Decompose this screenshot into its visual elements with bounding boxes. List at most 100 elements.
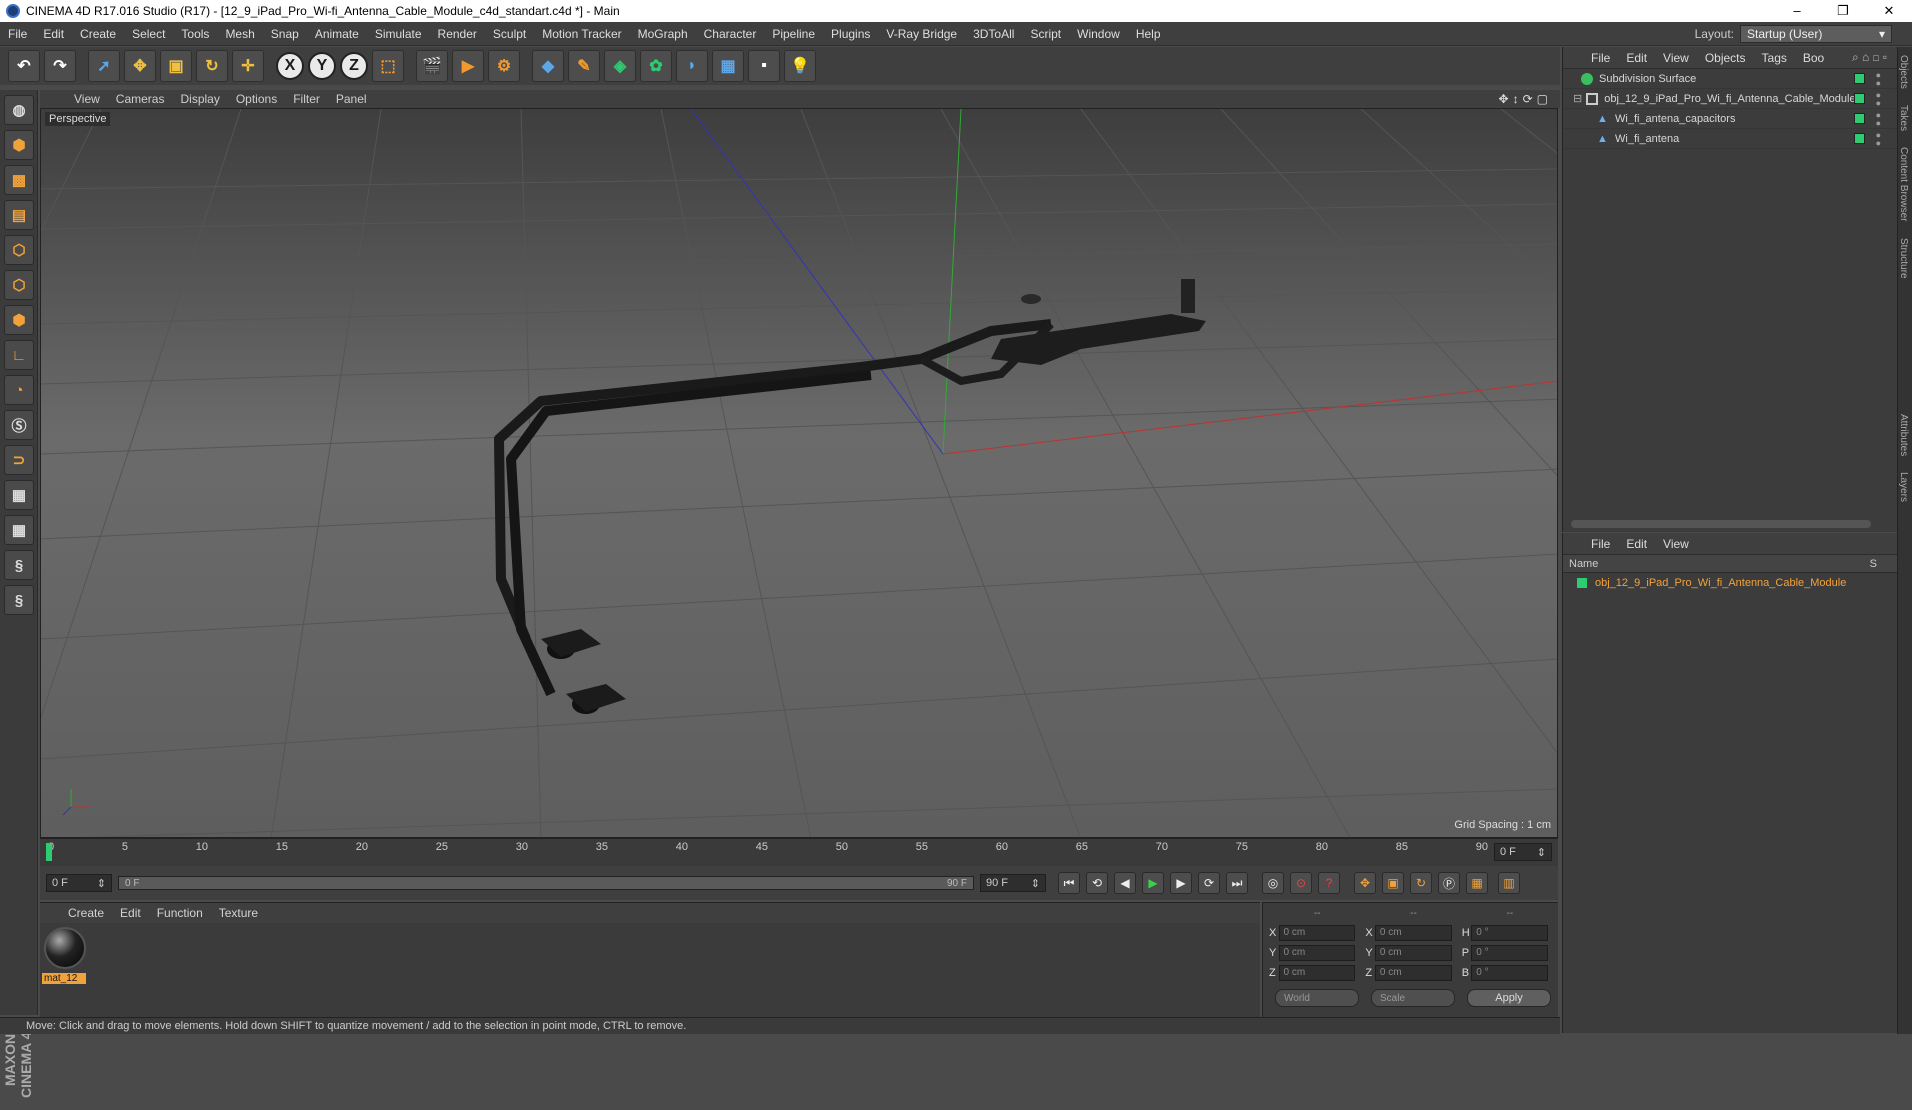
enabled-check-icon[interactable] (1854, 93, 1865, 104)
rotation-b-field[interactable]: 0 ° (1471, 965, 1549, 981)
menu-file[interactable]: File (0, 27, 35, 41)
menu-plugins[interactable]: Plugins (823, 27, 878, 41)
cloner-icon[interactable]: ✿ (640, 50, 672, 82)
menu-create[interactable]: Create (72, 27, 124, 41)
menu-motion-tracker[interactable]: Motion Tracker (534, 27, 629, 41)
polygons-mode-icon[interactable]: ⬢ (4, 305, 34, 335)
layer-menu-file[interactable]: File (1583, 537, 1618, 551)
z-axis-icon[interactable]: Z (340, 52, 368, 80)
move-tool-icon[interactable]: ✛ (232, 50, 264, 82)
material-menu-texture[interactable]: Texture (211, 906, 266, 920)
position-x-field[interactable]: 0 cm (1278, 925, 1356, 941)
current-frame-field[interactable]: 0 F ⇕ (1494, 843, 1552, 861)
side-tab-takes[interactable]: Takes (1898, 97, 1909, 139)
material-menu-create[interactable]: Create (60, 906, 112, 920)
menu-animate[interactable]: Animate (307, 27, 367, 41)
visibility-dots-icon[interactable]: ● ● (1876, 71, 1881, 88)
visibility-dots-icon[interactable]: ● ● (1876, 111, 1881, 128)
previous-frame-icon[interactable]: ◀ (1114, 872, 1136, 894)
side-tab-objects[interactable]: Objects (1898, 47, 1909, 97)
search-icon[interactable]: ⌕ ⌂ ◻ ▫ (1852, 50, 1887, 65)
menu-snap[interactable]: Snap (263, 27, 307, 41)
visibility-dots-icon[interactable]: ● ● (1876, 91, 1881, 108)
move-icon[interactable]: ✥ (124, 50, 156, 82)
menu-character[interactable]: Character (696, 27, 765, 41)
close-button[interactable]: ✕ (1866, 3, 1912, 19)
size-mode-dropdown[interactable]: Scale (1371, 989, 1455, 1007)
next-frame-icon[interactable]: ▶ (1170, 872, 1192, 894)
maximize-button[interactable]: ❐ (1820, 3, 1866, 19)
enabled-check-icon[interactable] (1854, 73, 1865, 84)
menu-pipeline[interactable]: Pipeline (764, 27, 823, 41)
points-mode-icon[interactable]: ⬡ (4, 235, 34, 265)
position-z-field[interactable]: 0 cm (1278, 965, 1356, 981)
menu-mesh[interactable]: Mesh (217, 27, 262, 41)
deformer-icon[interactable]: ◗ (676, 50, 708, 82)
timeline-ruler[interactable]: 0 5 10 15 20 25 30 35 40 45 50 55 60 65 … (40, 838, 1558, 866)
coordinate-space-dropdown[interactable]: World (1275, 989, 1359, 1007)
coordinate-system-icon[interactable]: ⬚ (372, 50, 404, 82)
previous-key-icon[interactable]: ⟲ (1086, 872, 1108, 894)
om-menu-objects[interactable]: Objects (1697, 51, 1754, 65)
material-menu-function[interactable]: Function (149, 906, 211, 920)
menu-vray-bridge[interactable]: V-Ray Bridge (878, 27, 965, 41)
viewport-menu-options[interactable]: Options (228, 92, 285, 106)
layer-row[interactable]: obj_12_9_iPad_Pro_Wi_fi_Antenna_Cable_Mo… (1563, 573, 1897, 593)
rotation-h-field[interactable]: 0 ° (1471, 925, 1549, 941)
pen-icon[interactable]: ✎ (568, 50, 600, 82)
record-disabled-icon[interactable]: ◎ (1262, 872, 1284, 894)
om-menu-bookmarks[interactable]: Boo (1795, 51, 1832, 65)
om-menu-edit[interactable]: Edit (1618, 51, 1655, 65)
tweak-mode-icon[interactable]: ◔ (4, 375, 34, 405)
undo-icon[interactable]: ↶ (8, 50, 40, 82)
side-tab-content-browser[interactable]: Content Browser (1898, 139, 1909, 229)
autokey-icon[interactable]: ? (1318, 872, 1340, 894)
enabled-check-icon[interactable] (1854, 113, 1865, 124)
key-scale-icon[interactable]: ▣ (1382, 872, 1404, 894)
side-tab-layers[interactable]: Layers (1898, 464, 1909, 510)
frame-range-slider[interactable]: 0 F 90 F (118, 876, 974, 890)
play-icon[interactable]: ▶ (1142, 872, 1164, 894)
x-axis-icon[interactable]: X (276, 52, 304, 80)
viewport-menu-display[interactable]: Display (172, 92, 227, 106)
visibility-dots-icon[interactable]: ● ● (1876, 131, 1881, 148)
viewport-menu-filter[interactable]: Filter (285, 92, 328, 106)
object-row[interactable]: Subdivision Surface ● ● (1563, 69, 1897, 89)
material-menu-edit[interactable]: Edit (112, 906, 149, 920)
playhead[interactable] (46, 843, 52, 861)
workplane-lock-icon[interactable]: ▦ (4, 480, 34, 510)
menu-mograph[interactable]: MoGraph (630, 27, 696, 41)
scale-icon[interactable]: ▣ (160, 50, 192, 82)
size-x-field[interactable]: 0 cm (1374, 925, 1452, 941)
om-menu-view[interactable]: View (1655, 51, 1697, 65)
texture-mode-icon[interactable]: ▩ (4, 165, 34, 195)
collapse-icon[interactable]: ⊟ (1573, 92, 1582, 105)
object-row[interactable]: ⊟ obj_12_9_iPad_Pro_Wi_fi_Antenna_Cable_… (1563, 89, 1897, 109)
material-name[interactable]: mat_12 (42, 973, 86, 984)
apply-button[interactable]: Apply (1467, 989, 1551, 1007)
render-view-icon[interactable]: 🎬 (416, 50, 448, 82)
workplane-icon[interactable]: ▤ (4, 200, 34, 230)
workplane-align-icon[interactable]: ▦ (4, 515, 34, 545)
minimize-button[interactable]: – (1774, 3, 1820, 19)
edges-mode-icon[interactable]: ⬡ (4, 270, 34, 300)
menu-script[interactable]: Script (1022, 27, 1069, 41)
axis-mode-icon[interactable]: ∟ (4, 340, 34, 370)
start-frame-field[interactable]: 0 F ⇕ (46, 874, 112, 892)
rotation-p-field[interactable]: 0 ° (1471, 945, 1549, 961)
menu-select[interactable]: Select (124, 27, 173, 41)
enabled-check-icon[interactable] (1854, 133, 1865, 144)
menu-tools[interactable]: Tools (173, 27, 217, 41)
make-editable-icon[interactable]: ◍ (4, 95, 34, 125)
size-y-field[interactable]: 0 cm (1374, 945, 1452, 961)
go-to-start-icon[interactable]: ⏮ (1058, 872, 1080, 894)
menu-sculpt[interactable]: Sculpt (485, 27, 534, 41)
floor-icon[interactable]: ▦ (712, 50, 744, 82)
python-2-icon[interactable]: § (4, 585, 34, 615)
next-key-icon[interactable]: ⟳ (1198, 872, 1220, 894)
menu-window[interactable]: Window (1069, 27, 1128, 41)
rotate-icon[interactable]: ↻ (196, 50, 228, 82)
layer-menu-edit[interactable]: Edit (1618, 537, 1655, 551)
redo-icon[interactable]: ↷ (44, 50, 76, 82)
light-icon[interactable]: 💡 (784, 50, 816, 82)
